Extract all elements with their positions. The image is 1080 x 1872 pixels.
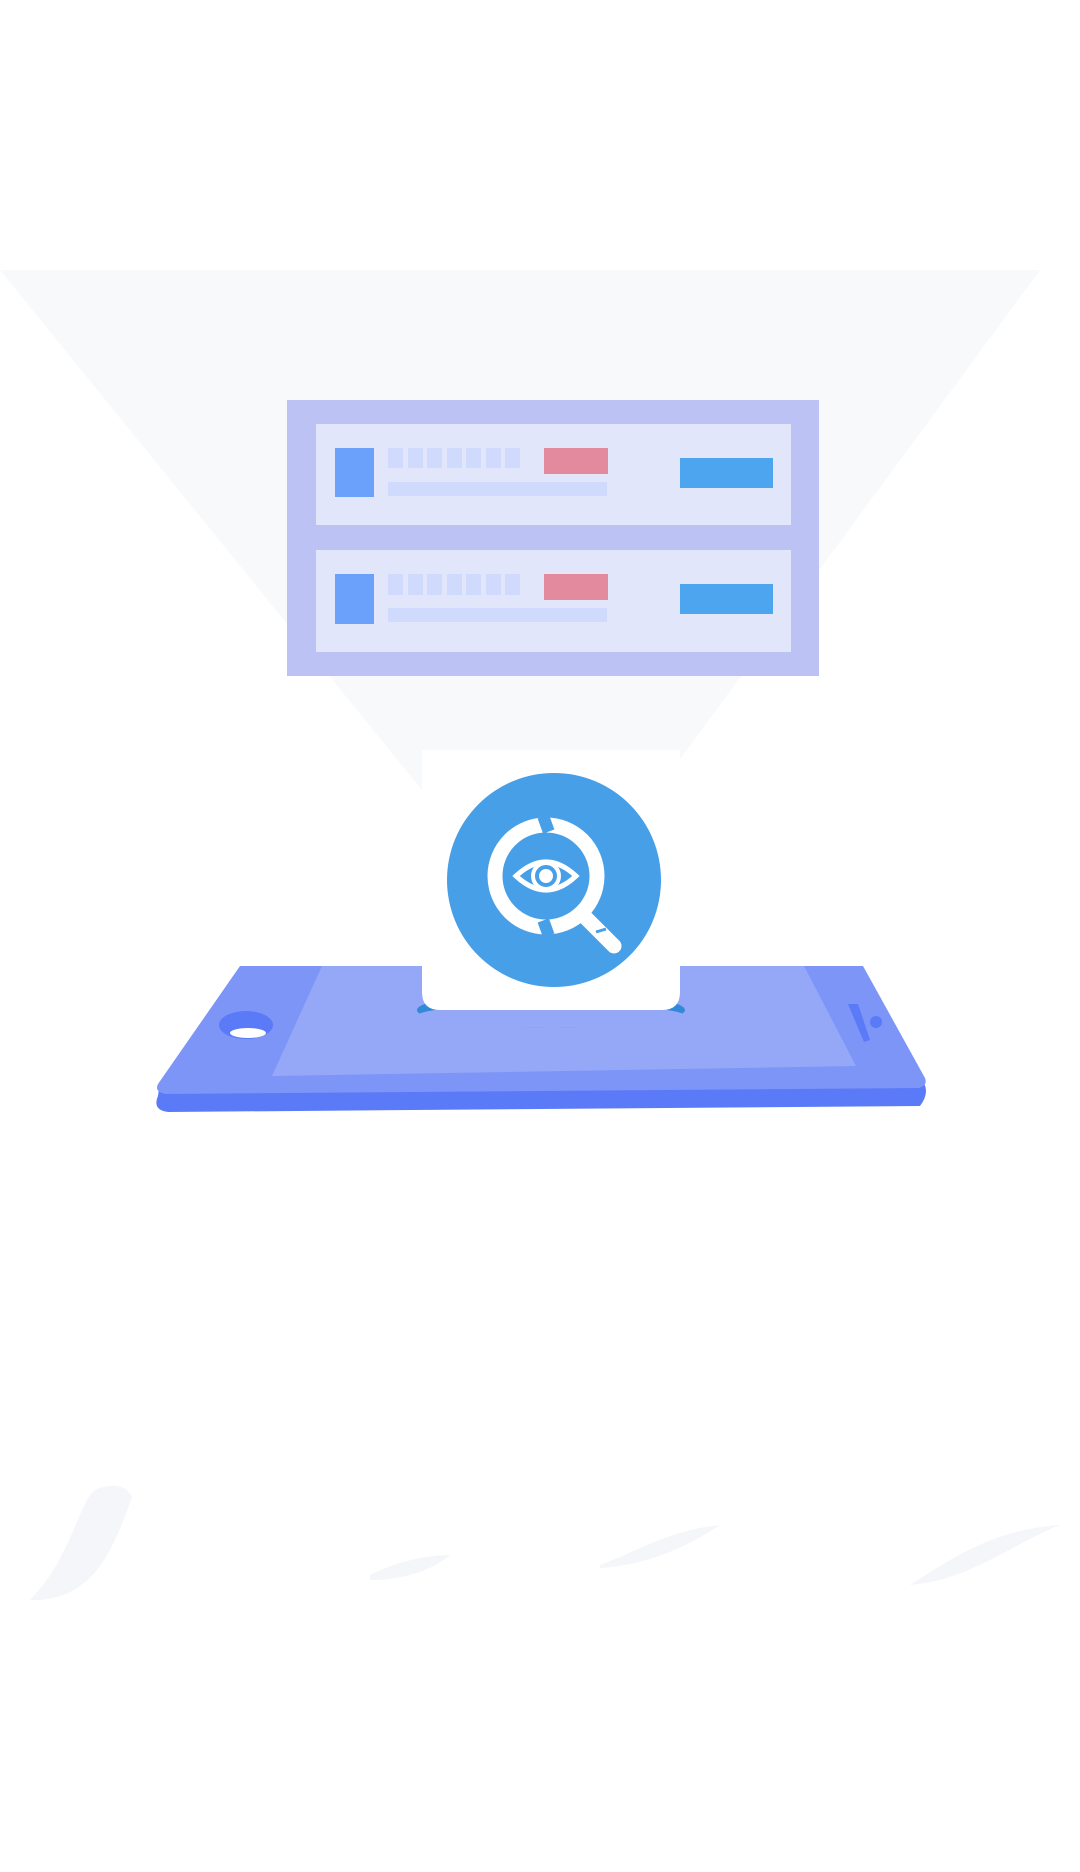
illustration-canvas: [0, 270, 1060, 1600]
phone-camera-dot: [870, 1016, 882, 1028]
status-indicator-blue: [335, 448, 374, 497]
ground-swoosh-mid-right: [600, 1525, 720, 1568]
server-button: [680, 584, 773, 614]
server-button: [680, 458, 773, 488]
server-unit-1: [316, 424, 791, 525]
ground-swoosh-left: [30, 1485, 132, 1600]
status-bar: [388, 482, 607, 496]
ground-swoosh-mid-left: [370, 1555, 450, 1580]
ground-swoosh-right: [910, 1525, 1060, 1585]
server-rack-icon: [287, 400, 819, 676]
status-indicator-blue: [335, 574, 374, 624]
phone-speaker-highlight: [230, 1028, 266, 1038]
status-indicator-red: [544, 574, 608, 600]
eye-pupil: [539, 869, 553, 883]
server-unit-2: [316, 550, 791, 652]
status-indicator-red: [544, 448, 608, 474]
ground-swooshes: [30, 1485, 1060, 1600]
badge-circle: [447, 773, 661, 987]
status-bar: [388, 608, 607, 622]
magnifier-eye-icon: [447, 773, 661, 987]
